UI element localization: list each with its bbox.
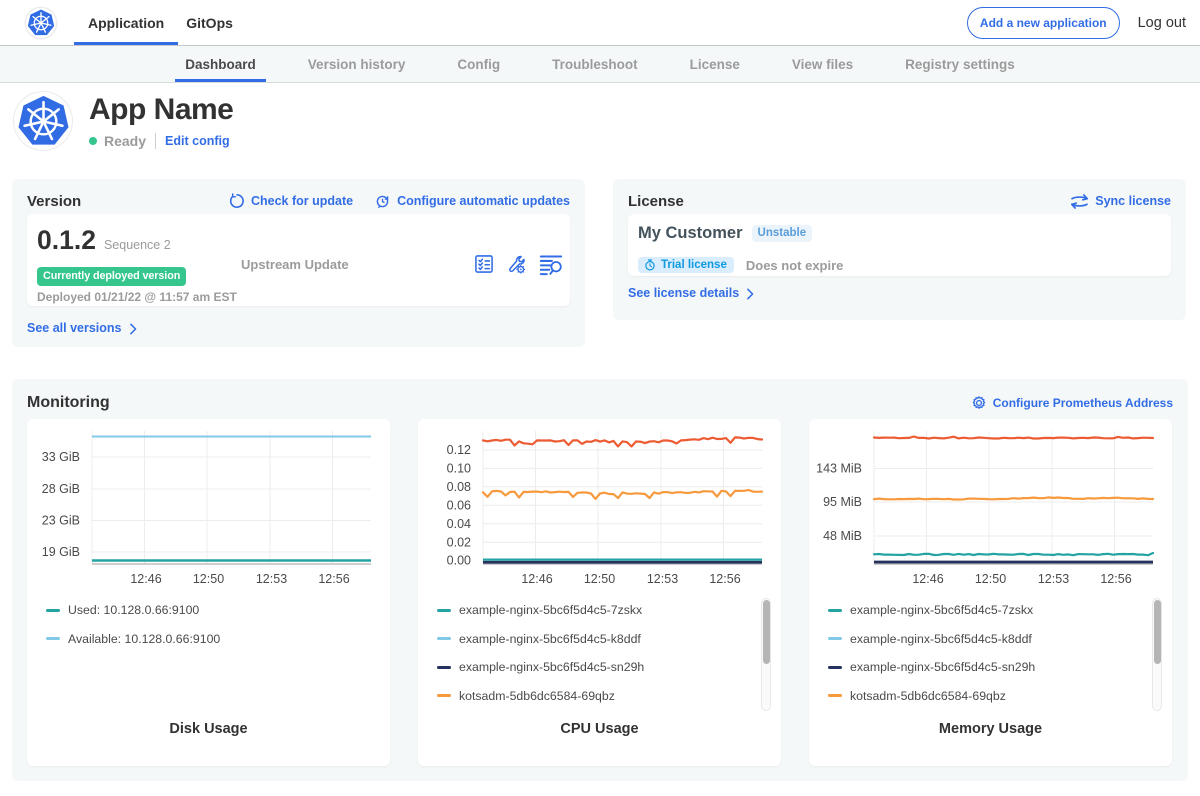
svg-text:12:46: 12:46 bbox=[912, 572, 943, 586]
svg-text:0.12: 0.12 bbox=[447, 443, 471, 457]
svg-text:0.08: 0.08 bbox=[447, 480, 471, 494]
svg-text:12:56: 12:56 bbox=[1100, 572, 1131, 586]
svg-text:12:53: 12:53 bbox=[1038, 572, 1069, 586]
svg-text:48 MiB: 48 MiB bbox=[823, 529, 862, 543]
svg-text:19 GiB: 19 GiB bbox=[42, 545, 80, 559]
svg-text:0.10: 0.10 bbox=[447, 462, 471, 476]
svg-text:12:46: 12:46 bbox=[130, 572, 161, 586]
svg-text:12:53: 12:53 bbox=[256, 572, 287, 586]
svg-text:95 MiB: 95 MiB bbox=[823, 495, 862, 509]
svg-text:23 GiB: 23 GiB bbox=[42, 514, 80, 528]
svg-text:12:56: 12:56 bbox=[709, 572, 740, 586]
svg-text:12:50: 12:50 bbox=[975, 572, 1006, 586]
svg-text:12:50: 12:50 bbox=[193, 572, 224, 586]
svg-text:143 MiB: 143 MiB bbox=[816, 462, 862, 476]
svg-text:0.02: 0.02 bbox=[447, 535, 471, 549]
svg-text:0.06: 0.06 bbox=[447, 499, 471, 513]
svg-text:0.00: 0.00 bbox=[447, 554, 471, 568]
svg-text:12:46: 12:46 bbox=[521, 572, 552, 586]
svg-text:33 GiB: 33 GiB bbox=[42, 450, 80, 464]
svg-text:12:50: 12:50 bbox=[584, 572, 615, 586]
svg-text:28 GiB: 28 GiB bbox=[42, 482, 80, 496]
svg-text:0.04: 0.04 bbox=[447, 517, 471, 531]
svg-text:12:53: 12:53 bbox=[647, 572, 678, 586]
svg-text:12:56: 12:56 bbox=[318, 572, 349, 586]
